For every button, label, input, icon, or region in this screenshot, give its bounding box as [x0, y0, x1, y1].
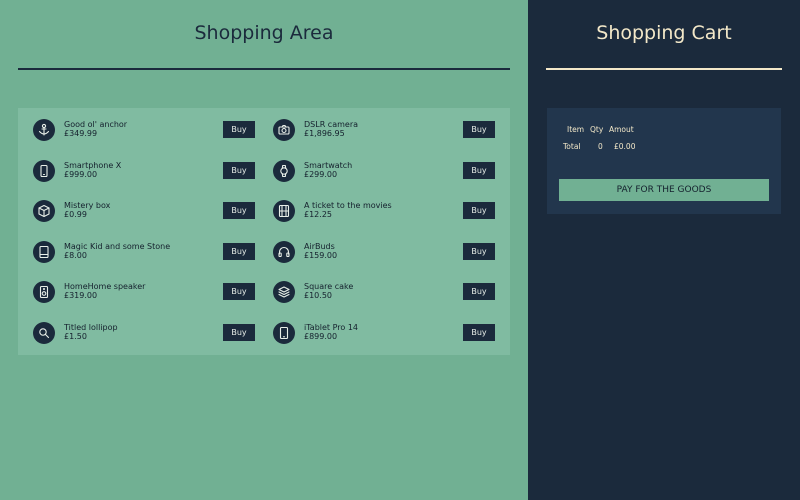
shopping-cart-divider [546, 68, 782, 70]
headphones-icon [273, 240, 295, 263]
product-price: £349.99 [64, 129, 98, 138]
product-item: Smartwatch £299.00 Buy [273, 159, 503, 184]
shopping-area-title: Shopping Area [194, 22, 334, 44]
product-price: £899.00 [304, 331, 338, 341]
cart-header-qty: Qty [590, 125, 604, 134]
product-item: Square cake £10.50 Buy [273, 281, 503, 305]
cart-total-label: Total [563, 142, 581, 151]
product-item: Titled lollipop £1.50 Buy [33, 321, 263, 346]
shopping-area-divider [18, 68, 510, 70]
product-price: £12.25 [304, 210, 332, 219]
buy-button[interactable]: Buy [463, 161, 495, 179]
product-item: DSLR camera £1,896.95 Buy [273, 119, 503, 143]
cart-panel: Item Qty Amout Total 0 £0.00 PAY FOR THE… [547, 108, 781, 214]
product-price: £319.00 [64, 291, 98, 300]
product-name: iTablet Pro 14 [304, 322, 359, 332]
product-name: AirBuds [304, 241, 335, 251]
product-name: Good ol' anchor [64, 120, 128, 129]
product-item: Smartphone X £999.00 Buy [33, 159, 263, 184]
product-price: £8.00 [64, 250, 87, 260]
product-item: iTablet Pro 14 £899.00 Buy [273, 321, 503, 346]
product-item: Magic Kid and some Stone £8.00 Buy [33, 240, 263, 265]
product-item: AirBuds £159.00 Buy [273, 240, 503, 265]
shopping-cart-title: Shopping Cart [596, 22, 732, 44]
tablet-icon [273, 321, 295, 344]
product-item: HomeHome speaker £319.00 Buy [33, 281, 263, 305]
buy-button[interactable]: Buy [223, 323, 255, 341]
product-price: £1,896.95 [304, 129, 345, 138]
product-price: £999.00 [64, 169, 98, 179]
buy-button[interactable]: Buy [223, 202, 255, 219]
smartphone-icon [33, 159, 55, 182]
product-name: Mistery box [64, 201, 111, 210]
shopping-area: Shopping Area Good ol' anchor £349.99 Buy D… [0, 0, 528, 500]
product-price: £1.50 [64, 331, 87, 341]
product-name: Smartwatch [304, 160, 353, 170]
cart-header-amount: Amout [609, 125, 634, 134]
buy-button[interactable]: Buy [463, 283, 495, 300]
buy-button[interactable]: Buy [223, 121, 255, 138]
cart-total-qty: 0 [598, 142, 603, 151]
buy-button[interactable]: Buy [463, 323, 495, 341]
product-price: £299.00 [304, 169, 338, 179]
product-item: Mistery box £0.99 Buy [33, 200, 263, 224]
film-icon [273, 200, 295, 222]
shopping-cart: Shopping Cart Item Qty Amout Total 0 £0.… [528, 0, 800, 500]
layers-icon [273, 281, 295, 303]
product-name: Smartphone X [64, 160, 122, 170]
app: Shopping Area Good ol' anchor £349.99 Buy D… [0, 0, 800, 500]
search-icon [33, 321, 55, 344]
product-list: Good ol' anchor £349.99 Buy DSLR camera £1,8… [18, 108, 510, 355]
buy-button[interactable]: Buy [223, 283, 255, 300]
product-name: Titled lollipop [64, 322, 118, 332]
product-item: Good ol' anchor £349.99 Buy [33, 119, 263, 143]
product-price: £159.00 [304, 250, 338, 260]
speaker-icon [33, 281, 55, 303]
pay-button[interactable]: PAY FOR THE GOODS [559, 179, 769, 201]
product-price: £0.99 [64, 210, 87, 219]
buy-button[interactable]: Buy [223, 242, 255, 260]
product-name: DSLR camera [304, 120, 359, 129]
cart-total-amount: £0.00 [614, 142, 636, 151]
product-item: A ticket to the movies £12.25 Buy [273, 200, 503, 224]
product-price: £10.50 [304, 291, 332, 300]
buy-button[interactable]: Buy [463, 121, 495, 138]
cart-header-item: Item [567, 125, 585, 134]
watch-icon [273, 159, 295, 182]
buy-button[interactable]: Buy [223, 161, 255, 179]
product-name: A ticket to the movies [304, 201, 392, 210]
product-name: HomeHome speaker [64, 282, 146, 291]
anchor-icon [33, 119, 55, 141]
buy-button[interactable]: Buy [463, 202, 495, 219]
buy-button[interactable]: Buy [463, 242, 495, 260]
camera-icon [273, 119, 295, 141]
book-icon [33, 240, 55, 263]
box-icon [33, 200, 55, 222]
product-name: Square cake [304, 282, 354, 291]
product-name: Magic Kid and some Stone [64, 241, 171, 251]
